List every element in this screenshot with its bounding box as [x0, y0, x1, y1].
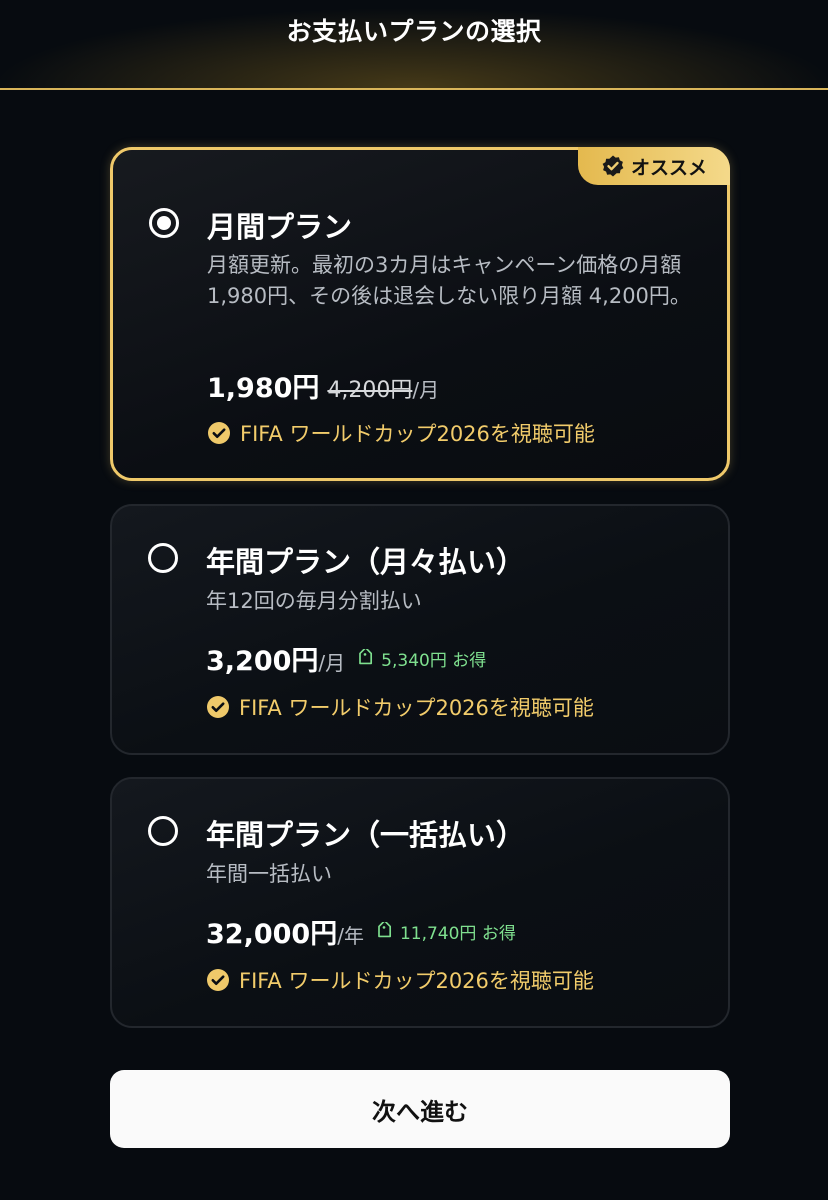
saving-text: 11,740円 お得: [399, 924, 516, 944]
saving-text: 5,340円 お得: [381, 651, 487, 671]
page-title: お支払いプランの選択: [286, 17, 542, 46]
recommended-badge: オススメ: [578, 147, 730, 185]
plan-price: 32,000円: [206, 919, 338, 950]
price-unit: /月: [318, 651, 346, 675]
saving-badge: 5,340円 お得: [355, 646, 486, 671]
plan-description: 年間一括払い: [206, 862, 332, 886]
next-button[interactable]: 次へ進む: [110, 1070, 730, 1148]
plan-card-annual-monthly[interactable]: 年間プラン（月々払い） 年12回の毎月分割払い 3,200円 /月 5,340円…: [110, 504, 730, 755]
price-row: 32,000円 /年 11,740円 お得: [206, 912, 516, 951]
feature-line: FIFA ワールドカップ2026を視聴可能: [207, 418, 595, 448]
plan-description: 年12回の毎月分割払い: [206, 589, 422, 613]
price-tag-icon: [378, 921, 391, 937]
plan-description: 月額更新。最初の3カ月はキャンペーン価格の月額 1,980円、その後は退会しない…: [207, 253, 691, 308]
saving-badge: 11,740円 お得: [374, 919, 516, 944]
radio-button-annual-lump-sum[interactable]: [148, 816, 178, 846]
plan-price: 1,980円: [207, 373, 320, 404]
verified-badge-icon: [602, 155, 624, 177]
price-row: 3,200円 /月 5,340円 お得: [206, 639, 486, 678]
plan-card-annual-lump-sum[interactable]: 年間プラン（一括払い） 年間一括払い 32,000円 /年 11,740円 お得…: [110, 777, 730, 1028]
feature-text: FIFA ワールドカップ2026を視聴可能: [240, 422, 595, 446]
plan-name: 年間プラン（月々払い）: [206, 545, 526, 579]
check-circle-icon: [207, 696, 229, 718]
price-tag-icon: [359, 648, 373, 664]
feature-text: FIFA ワールドカップ2026を視聴可能: [239, 969, 594, 993]
feature-text: FIFA ワールドカップ2026を視聴可能: [239, 696, 594, 720]
radio-button-annual-monthly[interactable]: [148, 543, 178, 573]
check-circle-icon: [207, 969, 229, 991]
recommended-badge-label: オススメ: [630, 156, 707, 179]
radio-button-monthly[interactable]: [149, 208, 179, 238]
check-circle-icon: [208, 422, 230, 444]
plan-price: 3,200円: [206, 646, 319, 677]
plan-card-monthly[interactable]: オススメ 月間プラン 月額更新。最初の3カ月はキャンペーン価格の月額 1,980…: [110, 147, 730, 481]
plan-name: 月間プラン: [207, 210, 353, 244]
feature-line: FIFA ワールドカップ2026を視聴可能: [206, 965, 594, 995]
price-row: 1,980円 4,200円 /月: [207, 366, 439, 405]
price-unit: /月: [412, 378, 440, 402]
plan-name: 年間プラン（一括払い）: [206, 818, 526, 852]
feature-line: FIFA ワールドカップ2026を視聴可能: [206, 692, 594, 722]
original-price: 4,200円: [327, 378, 413, 403]
page-header: お支払いプランの選択: [0, 0, 828, 90]
price-unit: /年: [337, 924, 364, 948]
